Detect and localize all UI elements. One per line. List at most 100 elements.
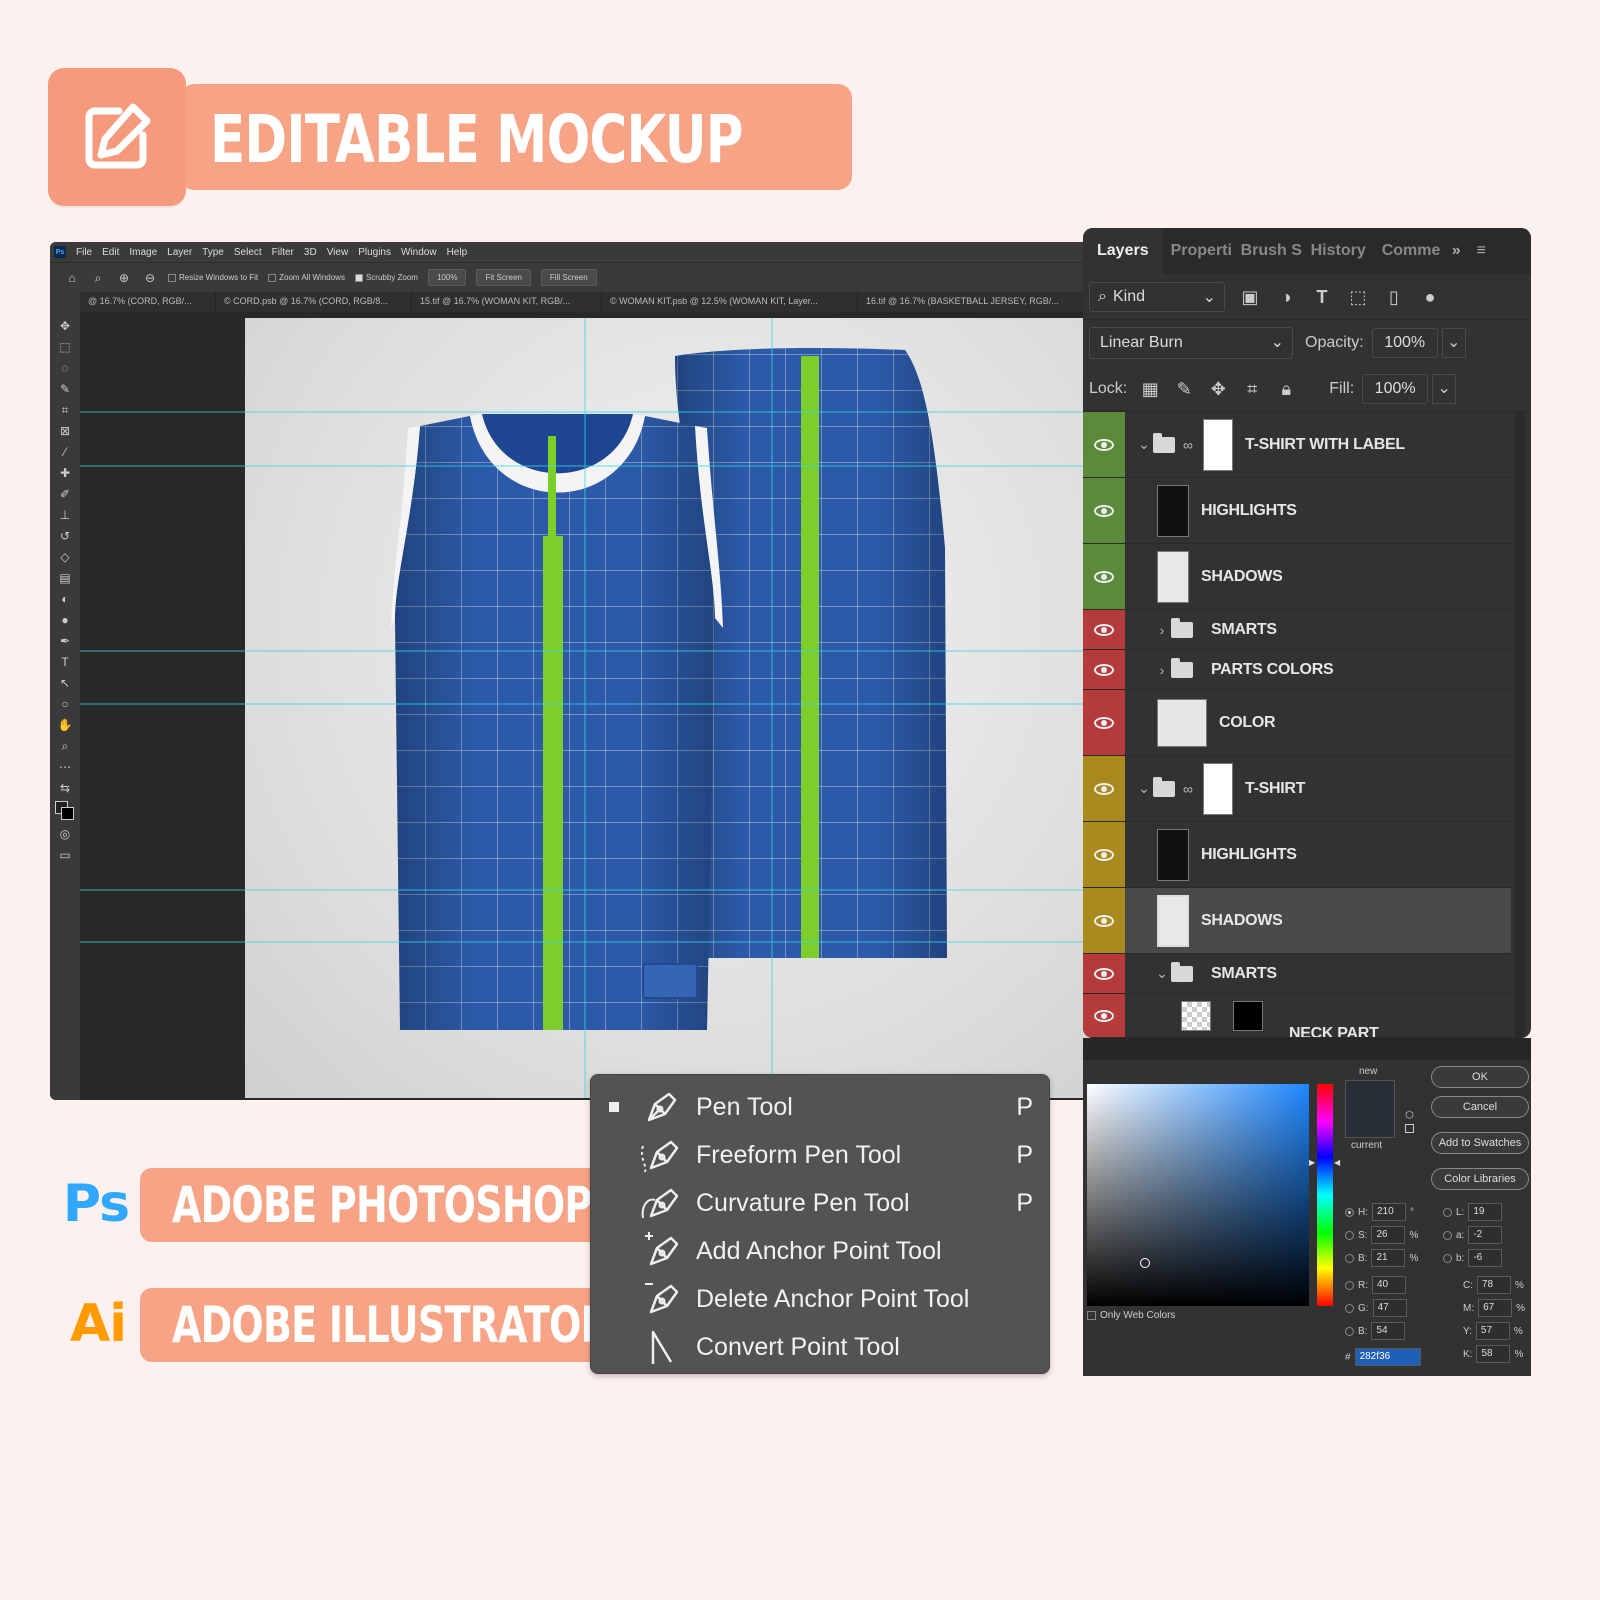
hue-marker-right[interactable]: ◀ bbox=[1334, 1158, 1340, 1167]
gradient-tool-icon[interactable]: ▤ bbox=[57, 570, 73, 586]
layer-row[interactable]: NECK PART bbox=[1083, 994, 1511, 1038]
adjustment-filter-icon[interactable]: ◑ bbox=[1275, 286, 1297, 308]
menu-window[interactable]: Window bbox=[401, 247, 437, 258]
visibility-toggle[interactable] bbox=[1083, 822, 1125, 887]
doc-tab[interactable]: 15.tif @ 16.7% (WOMAN KIT, RGB/... bbox=[412, 292, 602, 312]
move-tool-icon[interactable]: ✥ bbox=[57, 318, 73, 334]
visibility-toggle[interactable] bbox=[1083, 690, 1125, 755]
layer-row[interactable]: HIGHLIGHTS bbox=[1083, 478, 1511, 544]
menu-edit[interactable]: Edit bbox=[102, 247, 119, 258]
blue-field[interactable]: B: 54 bbox=[1345, 1322, 1406, 1340]
brightness-input[interactable]: 21 bbox=[1371, 1249, 1406, 1267]
hand-tool-icon[interactable]: ✋ bbox=[57, 717, 73, 733]
lasso-tool-icon[interactable]: ◌ bbox=[57, 360, 73, 376]
type-tool-icon[interactable]: T bbox=[57, 654, 73, 670]
blur-tool-icon[interactable]: ◐ bbox=[57, 591, 73, 607]
tab-history[interactable]: History bbox=[1303, 228, 1374, 274]
doc-tab[interactable]: © WOMAN KIT.psb @ 12.5% (WOMAN KIT, Laye… bbox=[602, 292, 858, 312]
lock-position-icon[interactable]: ✥ bbox=[1207, 378, 1229, 400]
layers-scrollbar[interactable] bbox=[1515, 412, 1525, 1038]
eyedropper-icon[interactable]: ⁄ bbox=[57, 444, 73, 460]
visibility-toggle[interactable] bbox=[1083, 412, 1125, 477]
lab-a-input[interactable]: -2 bbox=[1468, 1226, 1503, 1244]
menu-help[interactable]: Help bbox=[447, 247, 468, 258]
layer-row[interactable]: ⌄ ∞ T-SHIRT WITH LABEL bbox=[1083, 412, 1511, 478]
lock-image-icon[interactable]: ✎ bbox=[1173, 378, 1195, 400]
brush-tool-icon[interactable]: ✐ bbox=[57, 486, 73, 502]
hex-input[interactable]: 282f36 bbox=[1354, 1348, 1421, 1366]
blend-mode-select[interactable]: Linear Burn ⌄ bbox=[1089, 327, 1293, 359]
chevron-right-icon[interactable]: › bbox=[1153, 622, 1171, 638]
healing-brush-icon[interactable]: ✚ bbox=[57, 465, 73, 481]
menu-plugins[interactable]: Plugins bbox=[358, 247, 391, 258]
screen-mode-icon[interactable]: ▭ bbox=[57, 847, 73, 863]
menu-type[interactable]: Type bbox=[202, 247, 224, 258]
red-field[interactable]: R: 40 bbox=[1345, 1276, 1406, 1294]
zoom-all-checkbox[interactable]: Zoom All Windows bbox=[268, 273, 345, 282]
resize-windows-checkbox[interactable]: Resize Windows to Fit bbox=[168, 273, 258, 282]
opacity-input[interactable]: 100% bbox=[1371, 328, 1438, 358]
menu-image[interactable]: Image bbox=[129, 247, 157, 258]
kind-filter-select[interactable]: ⌕ Kind ⌄ bbox=[1089, 281, 1225, 312]
lab-b-field[interactable]: b: -6 bbox=[1443, 1249, 1503, 1267]
home-icon[interactable]: ⌂ bbox=[64, 270, 80, 286]
cube-icon[interactable]: ⬡ bbox=[1405, 1110, 1414, 1121]
doc-tab[interactable]: © CORD.psb @ 16.7% (CORD, RGB/8... bbox=[216, 292, 412, 312]
layer-row[interactable]: › PARTS COLORS bbox=[1083, 650, 1511, 690]
swap-colors-icon[interactable]: ⇆ bbox=[57, 780, 73, 796]
layer-row[interactable]: SHADOWS bbox=[1083, 544, 1511, 610]
lock-artboard-icon[interactable]: ⌗ bbox=[1241, 378, 1263, 400]
pen-tool-icon[interactable]: ✒ bbox=[57, 633, 73, 649]
lab-b-input[interactable]: -6 bbox=[1468, 1249, 1503, 1267]
visibility-toggle[interactable] bbox=[1083, 610, 1125, 649]
chevron-down-icon[interactable]: ⌄ bbox=[1135, 436, 1153, 453]
more-tools-icon[interactable]: ⋯ bbox=[57, 759, 73, 775]
magenta-field[interactable]: M: 67% bbox=[1463, 1299, 1525, 1317]
layer-row-selected[interactable]: SHADOWS bbox=[1083, 888, 1511, 954]
path-select-icon[interactable]: ↖ bbox=[57, 675, 73, 691]
lab-a-field[interactable]: a: -2 bbox=[1443, 1226, 1503, 1244]
expand-panels-icon[interactable]: » bbox=[1444, 228, 1469, 274]
menu-item-add-anchor-point-tool[interactable]: Add Anchor Point Tool bbox=[591, 1227, 1051, 1275]
dodge-tool-icon[interactable]: ● bbox=[57, 612, 73, 628]
web-safe-icon[interactable] bbox=[1405, 1124, 1414, 1133]
chevron-right-icon[interactable]: › bbox=[1153, 662, 1171, 678]
saturation-input[interactable]: 26 bbox=[1371, 1226, 1406, 1244]
menu-layer[interactable]: Layer bbox=[167, 247, 192, 258]
scrubby-zoom-checkbox[interactable]: Scrubby Zoom bbox=[354, 273, 418, 282]
cancel-button[interactable]: Cancel bbox=[1431, 1096, 1529, 1118]
chevron-down-icon[interactable]: ⌄ bbox=[1135, 780, 1153, 797]
layer-row[interactable]: HIGHLIGHTS bbox=[1083, 822, 1511, 888]
menu-item-pen-tool[interactable]: Pen Tool P bbox=[591, 1083, 1051, 1131]
fill-input[interactable]: 100% bbox=[1362, 373, 1429, 404]
menu-item-freeform-pen-tool[interactable]: Freeform Pen Tool P bbox=[591, 1131, 1051, 1179]
filter-toggle-icon[interactable]: ● bbox=[1419, 286, 1441, 308]
tab-brush-settings[interactable]: Brush S bbox=[1233, 228, 1303, 274]
doc-tab[interactable]: @ 16.7% (CORD, RGB/... bbox=[80, 292, 216, 312]
zoom-icon[interactable]: ⌕ bbox=[57, 738, 73, 754]
tab-properties[interactable]: Properti bbox=[1163, 228, 1233, 274]
cyan-input[interactable]: 78 bbox=[1477, 1276, 1511, 1294]
saturation-brightness-field[interactable] bbox=[1087, 1084, 1309, 1306]
crop-tool-icon[interactable]: ⌗ bbox=[57, 402, 73, 418]
marquee-tool-icon[interactable]: ⬚ bbox=[57, 339, 73, 355]
lab-l-input[interactable]: 19 bbox=[1468, 1203, 1503, 1221]
green-field[interactable]: G: 47 bbox=[1345, 1299, 1407, 1317]
add-to-swatches-button[interactable]: Add to Swatches bbox=[1431, 1132, 1529, 1154]
visibility-toggle[interactable] bbox=[1083, 478, 1125, 543]
visibility-toggle[interactable] bbox=[1083, 994, 1125, 1037]
menu-item-delete-anchor-point-tool[interactable]: Delete Anchor Point Tool bbox=[591, 1275, 1051, 1323]
zoom-in-icon[interactable]: ⊕ bbox=[116, 270, 132, 286]
zoom-tool-icon[interactable]: ⌕ bbox=[90, 270, 106, 286]
menu-view[interactable]: View bbox=[327, 247, 349, 258]
history-brush-icon[interactable]: ↺ bbox=[57, 528, 73, 544]
zoom-out-icon[interactable]: ⊖ bbox=[142, 270, 158, 286]
layer-row[interactable]: ⌄ SMARTS bbox=[1083, 954, 1511, 994]
pixel-filter-icon[interactable]: ▣ bbox=[1239, 286, 1261, 308]
hue-input[interactable]: 210 bbox=[1372, 1203, 1406, 1221]
lock-transparent-icon[interactable]: ▦ bbox=[1139, 378, 1161, 400]
yellow-field[interactable]: Y: 57% bbox=[1463, 1322, 1523, 1340]
tab-layers[interactable]: Layers bbox=[1083, 228, 1163, 274]
blue-input[interactable]: 54 bbox=[1371, 1322, 1406, 1340]
visibility-toggle[interactable] bbox=[1083, 954, 1125, 993]
